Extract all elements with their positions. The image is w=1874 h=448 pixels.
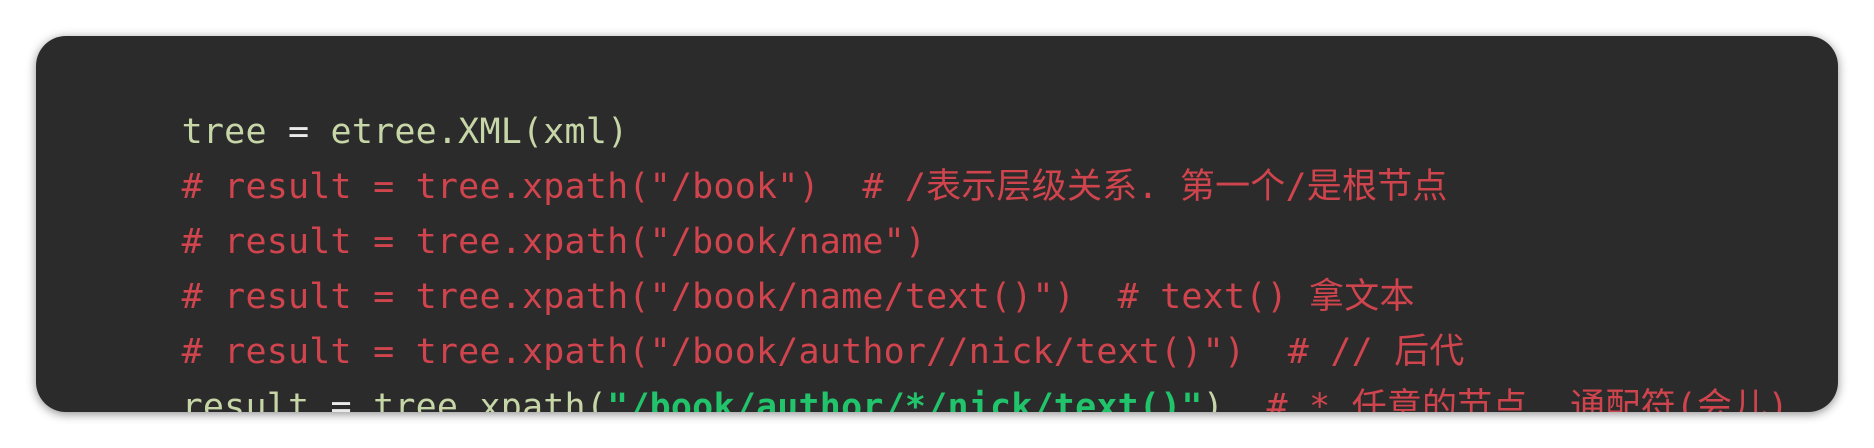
string-token: "/book/author/*/nick/text()" xyxy=(607,387,1203,412)
code-line-1: tree = etree.XML(xml) xyxy=(54,50,1820,152)
operator-token: = xyxy=(330,387,352,412)
comment-token: # result = tree.xpath("/book/author//nic… xyxy=(181,332,1465,372)
comment-token: # result = tree.xpath("/book/name") xyxy=(181,222,927,262)
code-token: result xyxy=(181,387,331,412)
operator-token: = xyxy=(288,112,310,152)
code-token: tree.xpath( xyxy=(351,387,608,412)
code-editor-panel: tree = etree.XML(xml) # result = tree.xp… xyxy=(36,36,1838,412)
code-token: ) xyxy=(1202,387,1267,412)
comment-token: # * 任意的节点. 通配符(会儿) xyxy=(1266,387,1789,412)
code-block: tree = etree.XML(xml) # result = tree.xp… xyxy=(54,50,1820,412)
code-token: etree.XML(xml) xyxy=(309,112,629,152)
code-token: tree xyxy=(181,112,288,152)
comment-token: # result = tree.xpath("/book") # /表示层级关系… xyxy=(181,167,1448,207)
comment-token: # result = tree.xpath("/book/name/text()… xyxy=(181,277,1415,317)
